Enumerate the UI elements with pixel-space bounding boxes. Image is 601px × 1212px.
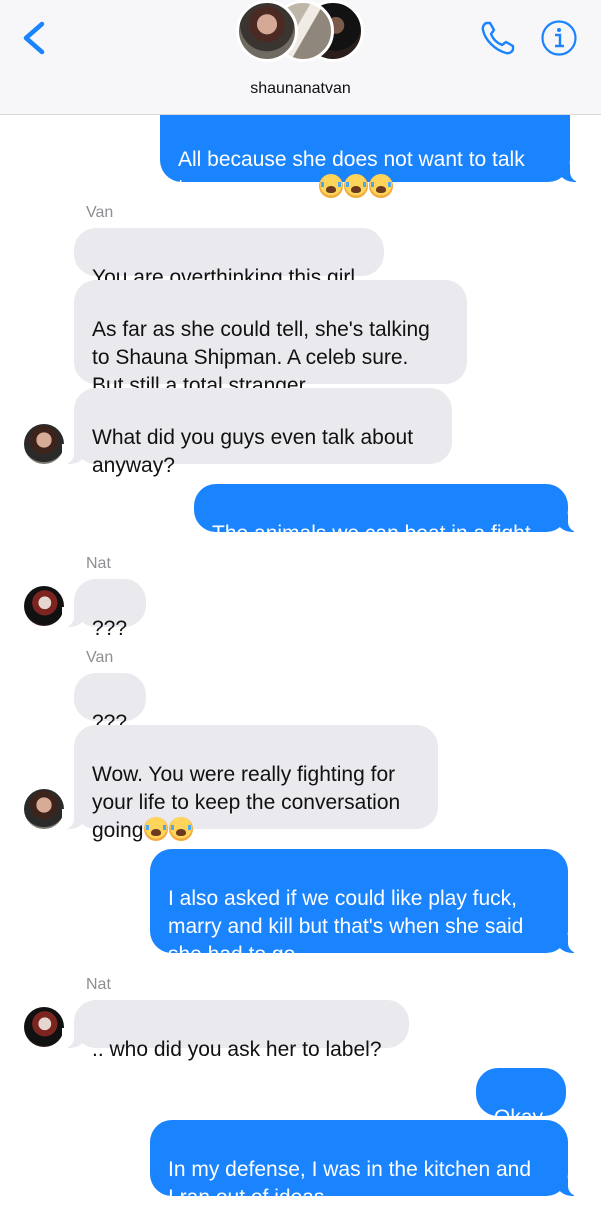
avatar[interactable] xyxy=(24,424,64,464)
incoming-message[interactable]: ??? xyxy=(74,673,146,734)
message-text: Wow. You were really fighting for your l… xyxy=(92,763,401,842)
sender-label: Nat xyxy=(86,555,111,572)
outgoing-message[interactable]: I also asked if we could like play fuck,… xyxy=(150,849,580,966)
back-button[interactable] xyxy=(18,18,54,58)
call-button[interactable] xyxy=(478,18,518,58)
avatar[interactable] xyxy=(24,1007,64,1047)
loudly-crying-face-icon xyxy=(144,817,169,841)
avatar[interactable] xyxy=(24,789,64,829)
loudly-crying-face-icon xyxy=(319,174,344,198)
message-text: The animals we can beat in a fight xyxy=(212,522,531,545)
group-name[interactable]: shaunanatvan xyxy=(0,80,601,98)
outgoing-message[interactable]: Okay xyxy=(476,1068,566,1129)
sender-label: Nat xyxy=(86,976,111,993)
outgoing-message[interactable]: The animals we can beat in a fight xyxy=(194,484,580,545)
phone-icon xyxy=(481,21,515,55)
loudly-crying-face-icon xyxy=(369,174,394,198)
outgoing-message[interactable]: All because she does not want to talk to… xyxy=(160,112,582,199)
info-icon xyxy=(541,20,577,56)
incoming-message[interactable]: .. who did you ask her to label? xyxy=(62,1000,409,1061)
loudly-crying-face-icon xyxy=(169,817,194,841)
message-text: ??? xyxy=(92,617,128,640)
message-text: What did you guys even talk about anyway… xyxy=(92,426,414,477)
incoming-message[interactable]: What did you guys even talk about anyway… xyxy=(62,388,452,477)
sender-label: Van xyxy=(86,649,114,666)
outgoing-message[interactable]: In my defense, I was in the kitchen and … xyxy=(150,1120,580,1209)
message-text: .. who did you ask her to label? xyxy=(92,1038,382,1061)
message-text: As far as she could tell, she's talking … xyxy=(92,318,430,397)
chevron-left-icon xyxy=(23,21,45,55)
message-text: I also asked if we could like play fuck,… xyxy=(168,887,524,966)
message-text: In my defense, I was in the kitchen and … xyxy=(168,1158,532,1209)
incoming-message[interactable]: You are overthinking this girl xyxy=(74,228,384,289)
incoming-message[interactable]: ??? xyxy=(62,579,146,640)
avatar xyxy=(236,0,298,62)
incoming-message[interactable]: As far as she could tell, she's talking … xyxy=(74,280,467,397)
sender-label: Van xyxy=(86,204,114,221)
incoming-message[interactable]: Wow. You were really fighting for your l… xyxy=(62,725,438,842)
conversation-header: shaunanatvan xyxy=(0,0,601,115)
avatar[interactable] xyxy=(24,586,64,626)
loudly-crying-face-icon xyxy=(344,174,369,198)
group-avatars[interactable] xyxy=(236,0,368,70)
info-button[interactable] xyxy=(540,19,578,57)
